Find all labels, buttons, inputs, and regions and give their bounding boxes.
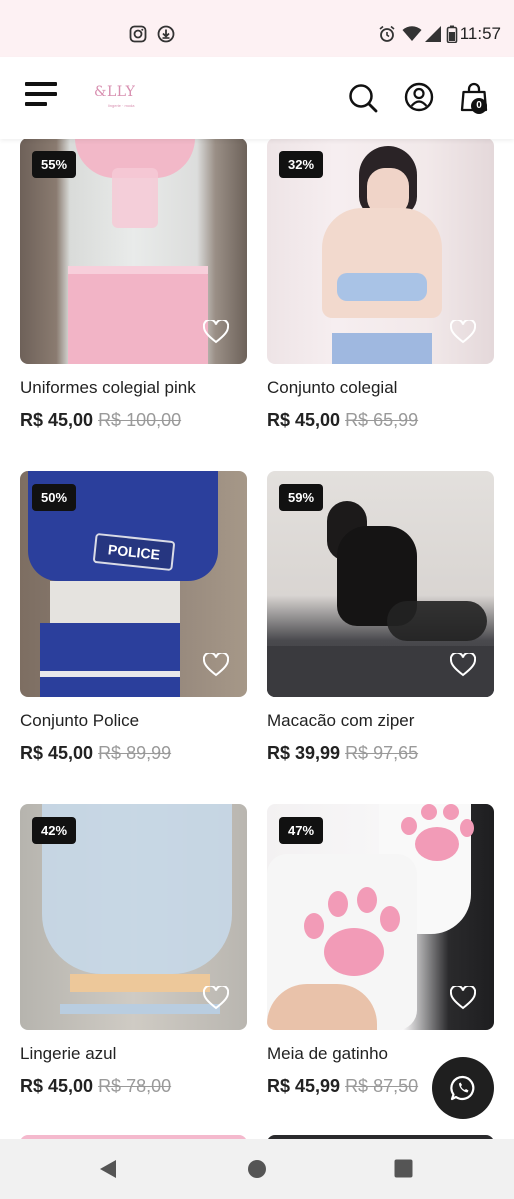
whatsapp-button[interactable] xyxy=(432,1057,494,1119)
heart-icon[interactable] xyxy=(203,320,229,344)
cart-button[interactable]: 0 xyxy=(460,82,490,116)
current-price: R$ 39,99 xyxy=(267,743,341,763)
current-price: R$ 45,00 xyxy=(20,1076,94,1096)
discount-badge: 50% xyxy=(32,484,77,511)
heart-icon[interactable] xyxy=(203,653,229,677)
product-image[interactable]: 32% xyxy=(267,139,494,364)
app-header: &LLY lingerie · moda 0 xyxy=(0,57,514,139)
product-name[interactable]: Macacão com ziper xyxy=(267,711,414,731)
original-price: R$ 78,00 xyxy=(98,1076,172,1096)
product-name[interactable]: Conjunto colegial xyxy=(267,378,397,398)
discount-badge: 42% xyxy=(32,817,77,844)
original-price: R$ 100,00 xyxy=(98,410,182,430)
product-image[interactable]: 42% xyxy=(20,804,247,1030)
product-card[interactable]: 42% Lingerie azul R$ 45,00 R$ 78,00 xyxy=(20,804,247,1096)
product-image[interactable]: POLICE 50% xyxy=(20,471,247,697)
paw-print xyxy=(304,887,400,976)
search-icon[interactable] xyxy=(348,83,378,113)
instagram-icon xyxy=(129,25,147,43)
product-name[interactable]: Uniformes colegial pink xyxy=(20,378,196,398)
alarm-icon xyxy=(379,25,395,42)
back-icon[interactable] xyxy=(98,1159,118,1179)
product-card[interactable]: 55% Uniformes colegial pink R$ 45,00 R$ 1… xyxy=(20,139,247,430)
brand-logo-tagline: lingerie · moda xyxy=(108,103,135,108)
recents-icon[interactable] xyxy=(394,1159,413,1178)
product-card[interactable]: 59% Macacão com ziper R$ 39,99 R$ 97,65 xyxy=(267,471,494,763)
cart-count-badge: 0 xyxy=(471,98,487,114)
battery-icon xyxy=(446,25,458,43)
original-price: R$ 89,99 xyxy=(98,743,172,763)
product-card[interactable]: 47% Meia de gatinho R$ 45,99 R$ 87,50 xyxy=(267,804,494,1096)
clock: 11:57 xyxy=(459,24,501,43)
product-price: R$ 45,00 R$ 78,00 xyxy=(20,1076,171,1097)
heart-icon[interactable] xyxy=(450,653,476,677)
discount-badge: 59% xyxy=(279,484,324,511)
product-image[interactable]: 55% xyxy=(20,139,247,364)
signal-icon xyxy=(425,26,441,42)
product-image[interactable]: 47% xyxy=(267,804,494,1030)
paw-print xyxy=(401,804,474,861)
product-grid: 55% Uniformes colegial pink R$ 45,00 R$ 1… xyxy=(0,139,514,1139)
system-navigation-bar xyxy=(0,1139,514,1199)
original-price: R$ 97,65 xyxy=(345,743,419,763)
heart-icon[interactable] xyxy=(450,986,476,1010)
product-card[interactable]: POLICE 50% Conjunto Police R$ 45,00 R$ 89… xyxy=(20,471,247,763)
current-price: R$ 45,00 xyxy=(20,743,94,763)
product-card[interactable]: 32% Conjunto colegial R$ 45,00 R$ 65,99 xyxy=(267,139,494,430)
product-price: R$ 39,99 R$ 97,65 xyxy=(267,743,418,764)
download-icon xyxy=(157,25,175,43)
current-price: R$ 45,99 xyxy=(267,1076,341,1096)
status-bar: 11:57 xyxy=(0,0,514,57)
discount-badge: 55% xyxy=(32,151,77,178)
current-price: R$ 45,00 xyxy=(20,410,94,430)
product-price: R$ 45,00 R$ 65,99 xyxy=(267,410,418,431)
product-name[interactable]: Meia de gatinho xyxy=(267,1044,388,1064)
product-image[interactable]: 59% xyxy=(267,471,494,697)
wifi-icon xyxy=(402,26,422,41)
heart-icon[interactable] xyxy=(203,986,229,1010)
product-price: R$ 45,99 R$ 87,50 xyxy=(267,1076,418,1097)
brand-logo[interactable]: &LLY xyxy=(94,84,135,100)
current-price: R$ 45,00 xyxy=(267,410,341,430)
product-price: R$ 45,00 R$ 89,99 xyxy=(20,743,171,764)
original-price: R$ 65,99 xyxy=(345,410,419,430)
product-name[interactable]: Conjunto Police xyxy=(20,711,139,731)
whatsapp-icon xyxy=(450,1075,475,1101)
menu-icon[interactable] xyxy=(25,81,57,111)
account-icon[interactable] xyxy=(404,82,434,112)
discount-badge: 47% xyxy=(279,817,324,844)
original-price: R$ 87,50 xyxy=(345,1076,419,1096)
discount-badge: 32% xyxy=(279,151,324,178)
home-icon[interactable] xyxy=(247,1159,267,1179)
product-name[interactable]: Lingerie azul xyxy=(20,1044,116,1064)
product-price: R$ 45,00 R$ 100,00 xyxy=(20,410,181,431)
heart-icon[interactable] xyxy=(450,320,476,344)
